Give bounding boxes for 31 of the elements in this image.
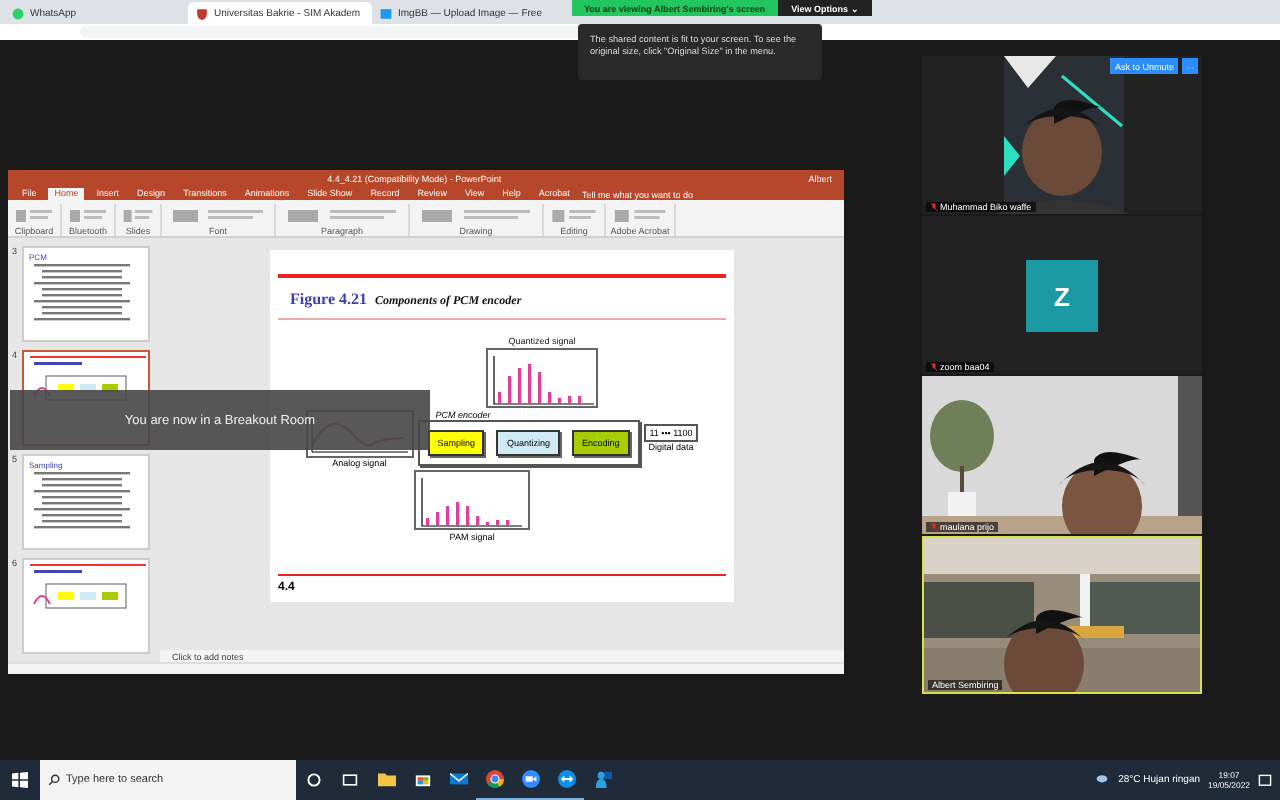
chat-bubble-icon: [12, 7, 24, 19]
shield-icon: [196, 7, 208, 19]
ribbon-tools-icon[interactable]: [550, 208, 598, 224]
muted-microphone-icon: [930, 362, 938, 372]
ribbon-tools-icon[interactable]: [68, 208, 108, 224]
ribbon-tools-icon[interactable]: [14, 208, 54, 224]
video-camera-icon: [521, 770, 539, 788]
search-icon: [48, 774, 60, 786]
muted-microphone-icon: [930, 522, 938, 532]
muted-microphone-icon: [930, 202, 938, 212]
chrome-icon: [485, 770, 503, 788]
notification-icon: [1258, 773, 1272, 787]
person-icon: [593, 770, 611, 788]
circle-icon: [306, 771, 322, 787]
image-icon: [380, 7, 392, 19]
slide-thumbnail[interactable]: [21, 558, 150, 654]
ribbon-tools-icon[interactable]: [282, 208, 402, 224]
ribbon-tools-icon[interactable]: [168, 208, 268, 224]
shopping-bag-icon: [413, 770, 431, 788]
pam-signal-chart: [414, 469, 530, 529]
quantized-signal-chart: [486, 347, 598, 407]
task-view-icon: [342, 771, 358, 787]
figure-label: Figure 4.21: [290, 289, 368, 307]
double-arrow-icon: [557, 770, 575, 788]
folder-icon: [377, 770, 395, 788]
ribbon-tools-icon[interactable]: [416, 208, 536, 224]
mail-icon: [449, 770, 467, 788]
windows-start-icon: [12, 771, 28, 787]
ribbon-tools-icon[interactable]: [612, 208, 668, 224]
ribbon-tools-icon[interactable]: [122, 208, 154, 224]
avatar-tile: Z: [1026, 260, 1098, 332]
